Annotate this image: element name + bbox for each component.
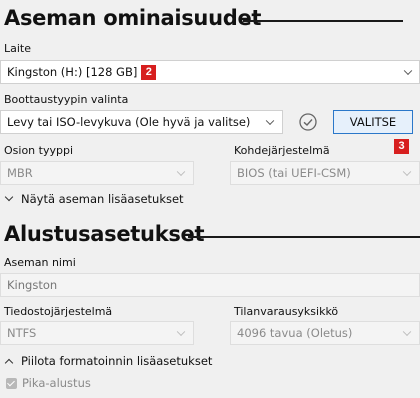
volume-label-input[interactable]: Kingston — [0, 273, 420, 297]
select-button[interactable]: VALITSE — [333, 110, 413, 134]
cluster-size-select[interactable]: 4096 tavua (Oletus) — [230, 321, 420, 345]
annotation-badge: 2 — [141, 64, 157, 80]
heading-divider — [188, 236, 420, 238]
annotation-badge: 3 — [394, 139, 409, 154]
hide-advanced-format-toggle[interactable]: Piilota formatoinnin lisäasetukset — [4, 354, 213, 368]
chevron-down-icon — [265, 116, 275, 126]
format-options-heading: Alustusasetukset — [4, 222, 205, 246]
partition-scheme-label: Osion tyyppi — [4, 144, 73, 157]
hide-advanced-format-label: Piilota formatoinnin lisäasetukset — [21, 354, 213, 368]
boot-selection-label: Boottaustyypin valinta — [4, 93, 129, 106]
volume-label-label: Aseman nimi — [4, 256, 76, 269]
target-system-select[interactable]: BIOS (tai UEFI-CSM) — [230, 161, 420, 185]
device-select[interactable]: Kingston (H:) [128 GB] 2 — [0, 60, 420, 84]
chevron-down-icon — [402, 327, 412, 337]
device-value: Kingston (H:) [128 GB] — [7, 65, 138, 79]
select-button-label: VALITSE — [349, 115, 397, 129]
file-system-label: Tiedostojärjestelmä — [4, 305, 113, 318]
chevron-up-icon — [4, 358, 14, 368]
heading-divider — [243, 20, 403, 22]
partition-scheme-value: MBR — [7, 166, 33, 180]
chevron-down-icon — [4, 192, 14, 202]
boot-selection-value: Levy tai ISO-levykuva (Ole hyvä ja valit… — [7, 115, 251, 129]
volume-label-value: Kingston — [7, 278, 58, 292]
partition-scheme-select[interactable]: MBR — [0, 161, 194, 185]
show-advanced-drive-label: Näytä aseman lisäasetukset — [21, 192, 184, 206]
check-circle-icon[interactable] — [298, 112, 318, 132]
target-system-label: Kohdejärjestelmä — [234, 144, 330, 157]
cluster-size-label: Tilanvarausyksikkö — [234, 305, 339, 318]
drive-properties-heading: Aseman ominaisuudet — [4, 6, 262, 30]
cluster-size-value: 4096 tavua (Oletus) — [237, 326, 353, 340]
quick-format-label: Pika-alustus — [22, 376, 91, 390]
show-advanced-drive-toggle[interactable]: Näytä aseman lisäasetukset — [4, 192, 184, 206]
chevron-down-icon — [176, 167, 186, 177]
file-system-select[interactable]: NTFS — [0, 321, 194, 345]
chevron-down-icon — [176, 327, 186, 337]
file-system-value: NTFS — [7, 326, 37, 340]
chevron-down-icon — [402, 167, 412, 177]
chevron-down-icon — [403, 66, 413, 76]
device-label: Laite — [4, 42, 32, 55]
boot-selection-select[interactable]: Levy tai ISO-levykuva (Ole hyvä ja valit… — [0, 110, 283, 134]
target-system-value: BIOS (tai UEFI-CSM) — [237, 166, 351, 180]
quick-format-checkbox[interactable]: Pika-alustus — [6, 376, 91, 390]
checkbox-checked-icon — [6, 377, 17, 389]
